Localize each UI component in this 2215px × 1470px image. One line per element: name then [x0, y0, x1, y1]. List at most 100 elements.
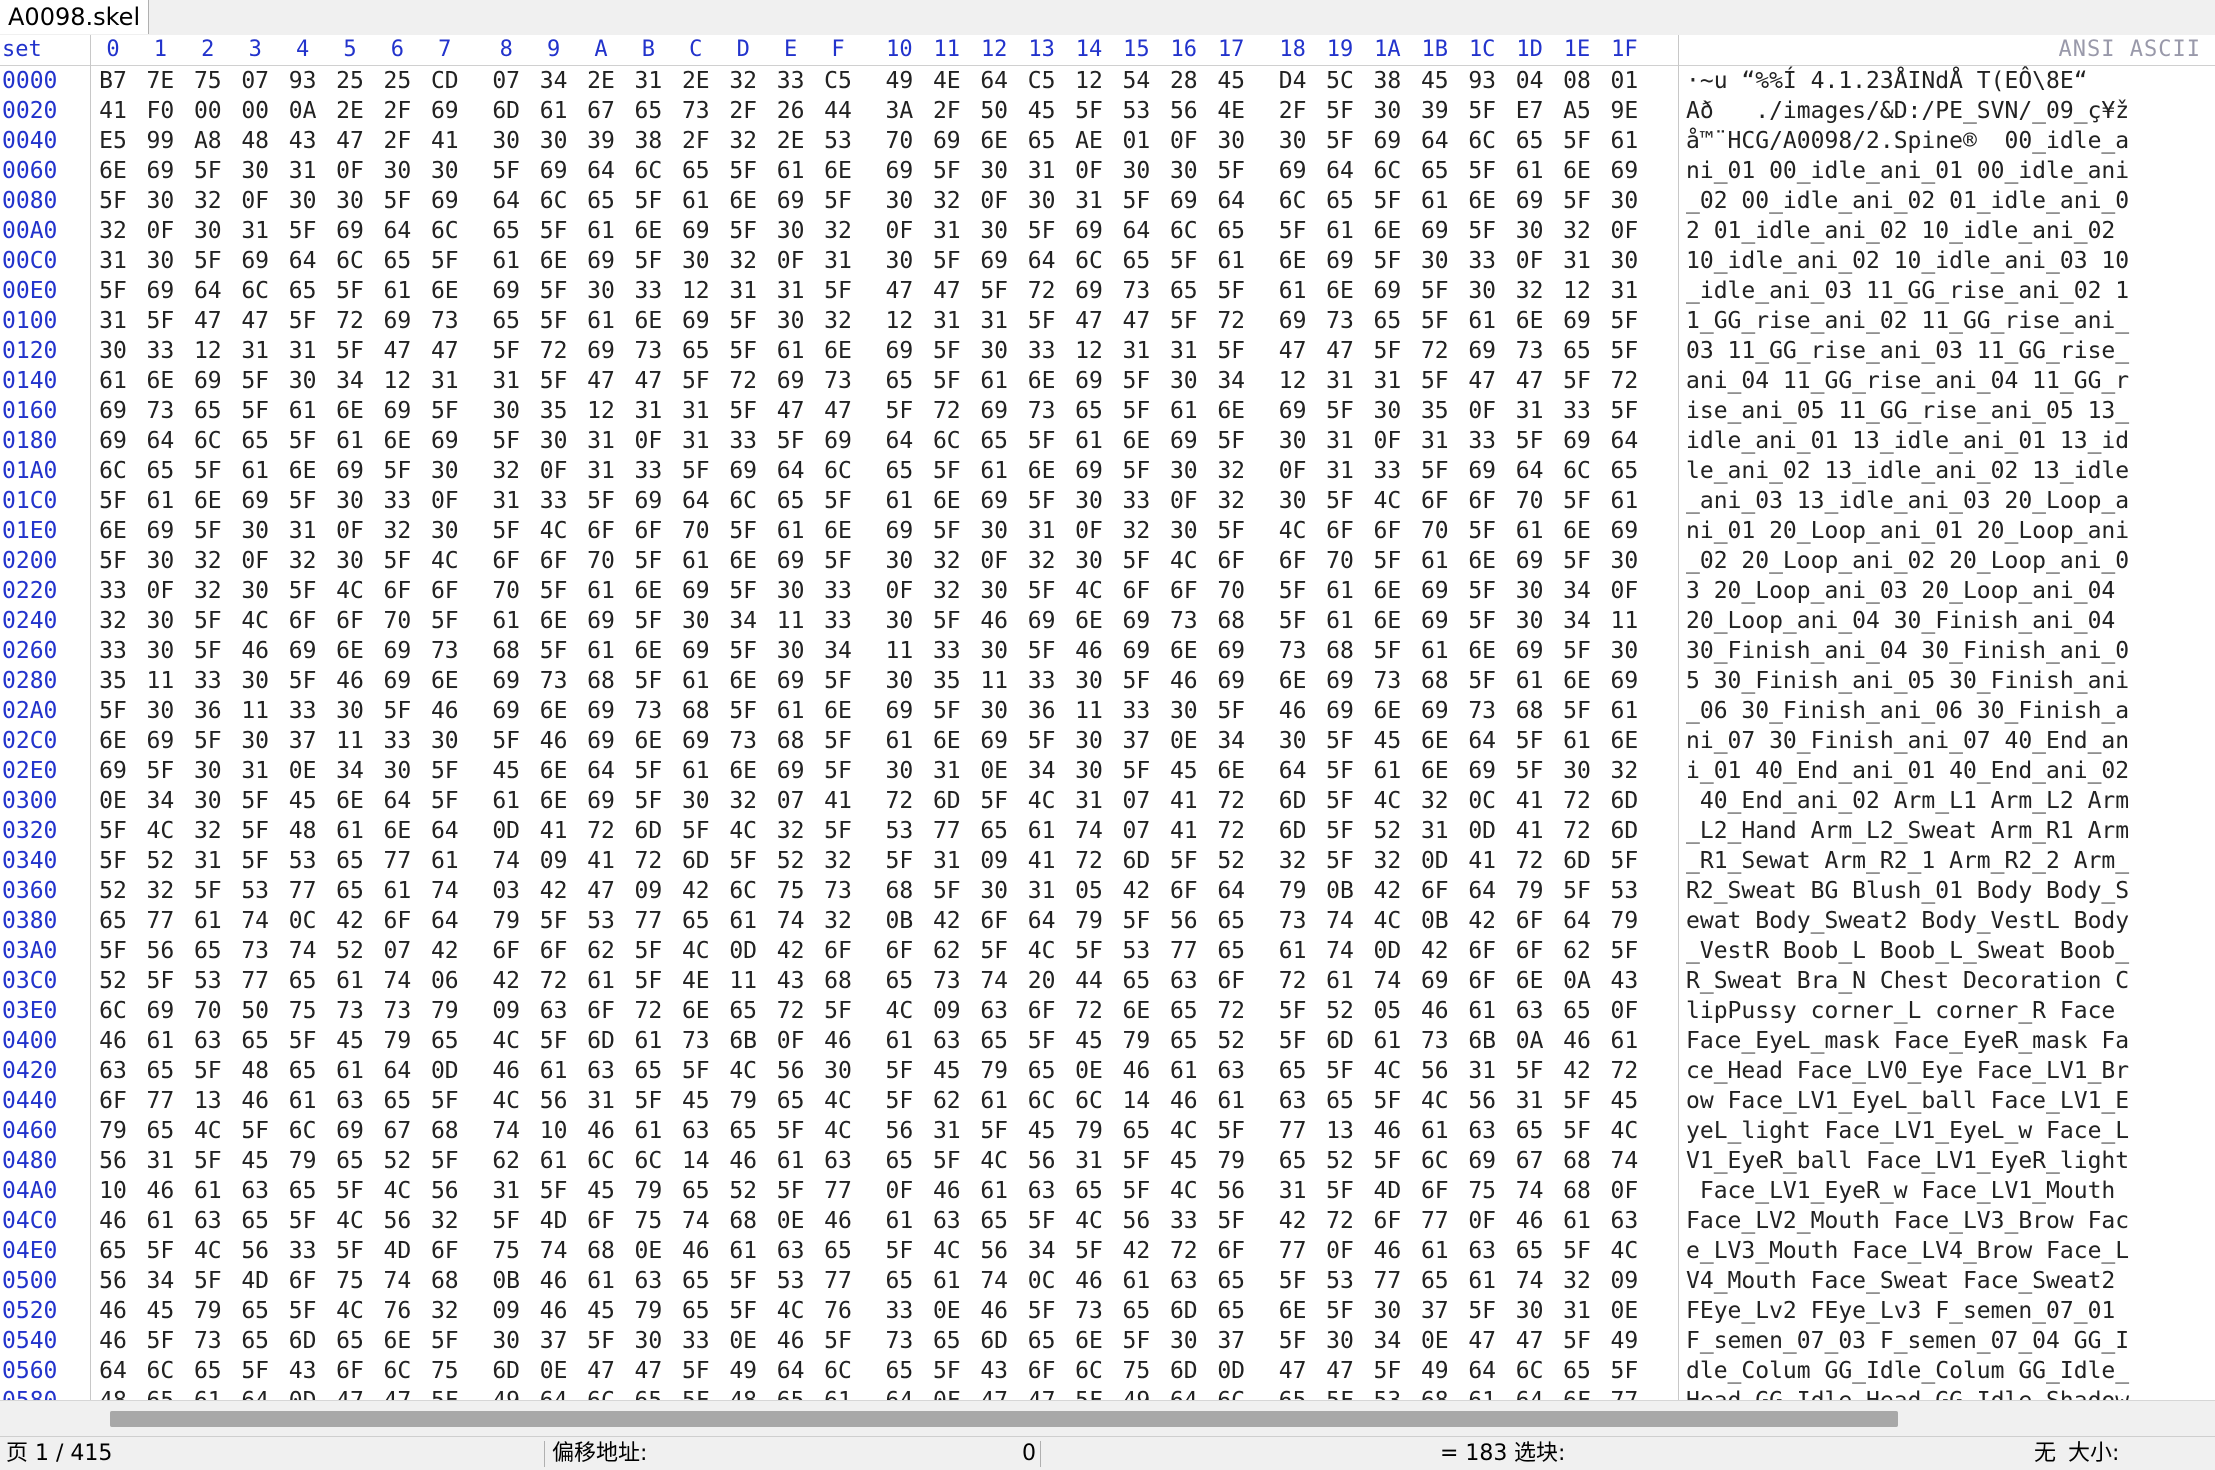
hex-byte[interactable]: 30 — [631, 1326, 665, 1356]
hex-byte[interactable]: 5F — [774, 1116, 808, 1146]
hex-byte[interactable]: 4C — [1370, 1056, 1404, 1086]
hex-byte[interactable]: 33 — [631, 456, 665, 486]
hex-byte[interactable]: 79 — [286, 1146, 320, 1176]
hex-byte[interactable]: 46 — [821, 1206, 855, 1236]
hex-byte[interactable]: 6C — [1560, 456, 1594, 486]
hex-byte[interactable]: 0F — [1072, 516, 1106, 546]
hex-byte[interactable]: 30 — [238, 576, 272, 606]
hex-byte[interactable]: 45 — [584, 1296, 618, 1326]
hex-byte[interactable]: 61 — [584, 306, 618, 336]
hex-byte[interactable]: 6C — [537, 186, 571, 216]
hex-byte[interactable]: 31 — [631, 396, 665, 426]
hex-byte[interactable]: 63 — [977, 996, 1011, 1026]
hex-byte[interactable]: 6C — [1072, 1086, 1106, 1116]
ascii-text[interactable]: ·~u “%%Í 4.1.23ÅINdÅ T(EÔ\8E“ — [1686, 66, 2088, 96]
hex-byte[interactable]: 30 — [143, 696, 177, 726]
hex-byte[interactable]: 46 — [537, 1296, 571, 1326]
hex-byte[interactable]: 72 — [930, 396, 964, 426]
hex-byte[interactable]: 0A — [1513, 1026, 1547, 1056]
hex-byte[interactable]: 6F — [333, 606, 367, 636]
hex-byte[interactable]: 5F — [631, 966, 665, 996]
hex-byte[interactable]: 68 — [428, 1116, 462, 1146]
hex-byte[interactable]: 31 — [930, 756, 964, 786]
hex-byte[interactable]: 32 — [1607, 756, 1641, 786]
hex-byte[interactable]: 64 — [774, 456, 808, 486]
hex-byte[interactable]: 74 — [238, 906, 272, 936]
hex-byte[interactable]: 41 — [1167, 816, 1201, 846]
hex-byte[interactable]: 6E — [333, 786, 367, 816]
hex-byte[interactable]: 65 — [333, 1146, 367, 1176]
hex-byte[interactable]: 30 — [489, 1326, 523, 1356]
hex-byte[interactable]: 64 — [1513, 1386, 1547, 1400]
hex-byte[interactable]: 30 — [380, 756, 414, 786]
hex-byte[interactable]: 45 — [1214, 66, 1248, 96]
hex-byte[interactable]: 5F — [1167, 846, 1201, 876]
hex-byte[interactable]: 69 — [333, 456, 367, 486]
hex-byte[interactable]: 6E — [1276, 1296, 1310, 1326]
hex-byte[interactable]: 63 — [930, 1026, 964, 1056]
hex-byte[interactable]: 33 — [1025, 666, 1059, 696]
hex-byte[interactable]: 5F — [1025, 216, 1059, 246]
hex-byte[interactable]: 03 — [489, 876, 523, 906]
hex-byte[interactable]: 61 — [1513, 666, 1547, 696]
hex-byte[interactable]: 45 — [1025, 1116, 1059, 1146]
hex-byte[interactable]: 74 — [1072, 816, 1106, 846]
hex-byte[interactable]: B7 — [96, 66, 130, 96]
hex-byte[interactable]: 32 — [726, 126, 760, 156]
hex-byte[interactable]: 32 — [1513, 276, 1547, 306]
hex-byte[interactable]: 5F — [286, 1296, 320, 1326]
hex-byte[interactable]: 64 — [1214, 876, 1248, 906]
hex-byte[interactable]: 5F — [1323, 1296, 1357, 1326]
hex-byte[interactable]: 6D — [584, 1026, 618, 1056]
hex-byte[interactable]: 32 — [821, 846, 855, 876]
hex-byte[interactable]: 5F — [1465, 606, 1499, 636]
hex-byte[interactable]: 61 — [380, 876, 414, 906]
hex-byte[interactable]: 5F — [631, 606, 665, 636]
hex-byte[interactable]: 47 — [1072, 306, 1106, 336]
hex-byte[interactable]: AE — [1072, 126, 1106, 156]
hex-byte[interactable]: 93 — [286, 66, 320, 96]
hex-byte[interactable]: 5F — [1370, 546, 1404, 576]
hex-byte[interactable]: 61 — [584, 216, 618, 246]
hex-byte[interactable]: 65 — [584, 186, 618, 216]
hex-byte[interactable]: 6D — [930, 786, 964, 816]
hex-byte[interactable]: 5F — [726, 696, 760, 726]
hex-byte[interactable]: 6E — [428, 666, 462, 696]
ascii-text[interactable]: _idle_ani_03 11_GG_rise_ani_02 1 — [1686, 276, 2129, 306]
hex-byte[interactable]: 33 — [191, 666, 225, 696]
hex-byte[interactable]: 6E — [1323, 276, 1357, 306]
hex-byte[interactable]: 5F — [1323, 396, 1357, 426]
hex-byte[interactable]: 41 — [428, 126, 462, 156]
hex-byte[interactable]: 09 — [537, 846, 571, 876]
hex-byte[interactable]: 6B — [726, 1026, 760, 1056]
hex-byte[interactable]: 30 — [333, 696, 367, 726]
hex-byte[interactable]: 30 — [977, 696, 1011, 726]
hex-byte[interactable]: 43 — [774, 966, 808, 996]
hex-byte[interactable]: 30 — [191, 216, 225, 246]
ascii-text[interactable]: F_semen_07_03 F_semen_07_04 GG_I — [1686, 1326, 2129, 1356]
hex-byte[interactable]: C5 — [1025, 66, 1059, 96]
hex-byte[interactable]: 56 — [1025, 1146, 1059, 1176]
hex-byte[interactable]: 0F — [1167, 486, 1201, 516]
hex-byte[interactable]: 61 — [1072, 426, 1106, 456]
hex-byte[interactable]: 32 — [1214, 486, 1248, 516]
hex-byte[interactable]: 72 — [1072, 846, 1106, 876]
hex-byte[interactable]: 4E — [679, 966, 713, 996]
hex-byte[interactable]: 41 — [1167, 786, 1201, 816]
hex-byte[interactable]: 56 — [1418, 1056, 1452, 1086]
hex-byte[interactable]: 69 — [1418, 216, 1452, 246]
hex-byte[interactable]: 32 — [1025, 546, 1059, 576]
hex-byte[interactable]: 5F — [489, 336, 523, 366]
hex-byte[interactable]: 5F — [1418, 366, 1452, 396]
hex-byte[interactable]: 0E — [537, 1356, 571, 1386]
hex-byte[interactable]: 30 — [238, 666, 272, 696]
hex-byte[interactable]: D4 — [1276, 66, 1310, 96]
hex-byte[interactable]: 5F — [882, 1086, 916, 1116]
hex-byte[interactable]: 65 — [191, 396, 225, 426]
hex-byte[interactable]: 07 — [774, 786, 808, 816]
hex-byte[interactable]: 6F — [1167, 876, 1201, 906]
hex-byte[interactable]: 69 — [380, 636, 414, 666]
hex-byte[interactable]: 5F — [428, 606, 462, 636]
hex-byte[interactable]: 77 — [1418, 1206, 1452, 1236]
hex-byte[interactable]: 45 — [143, 1296, 177, 1326]
